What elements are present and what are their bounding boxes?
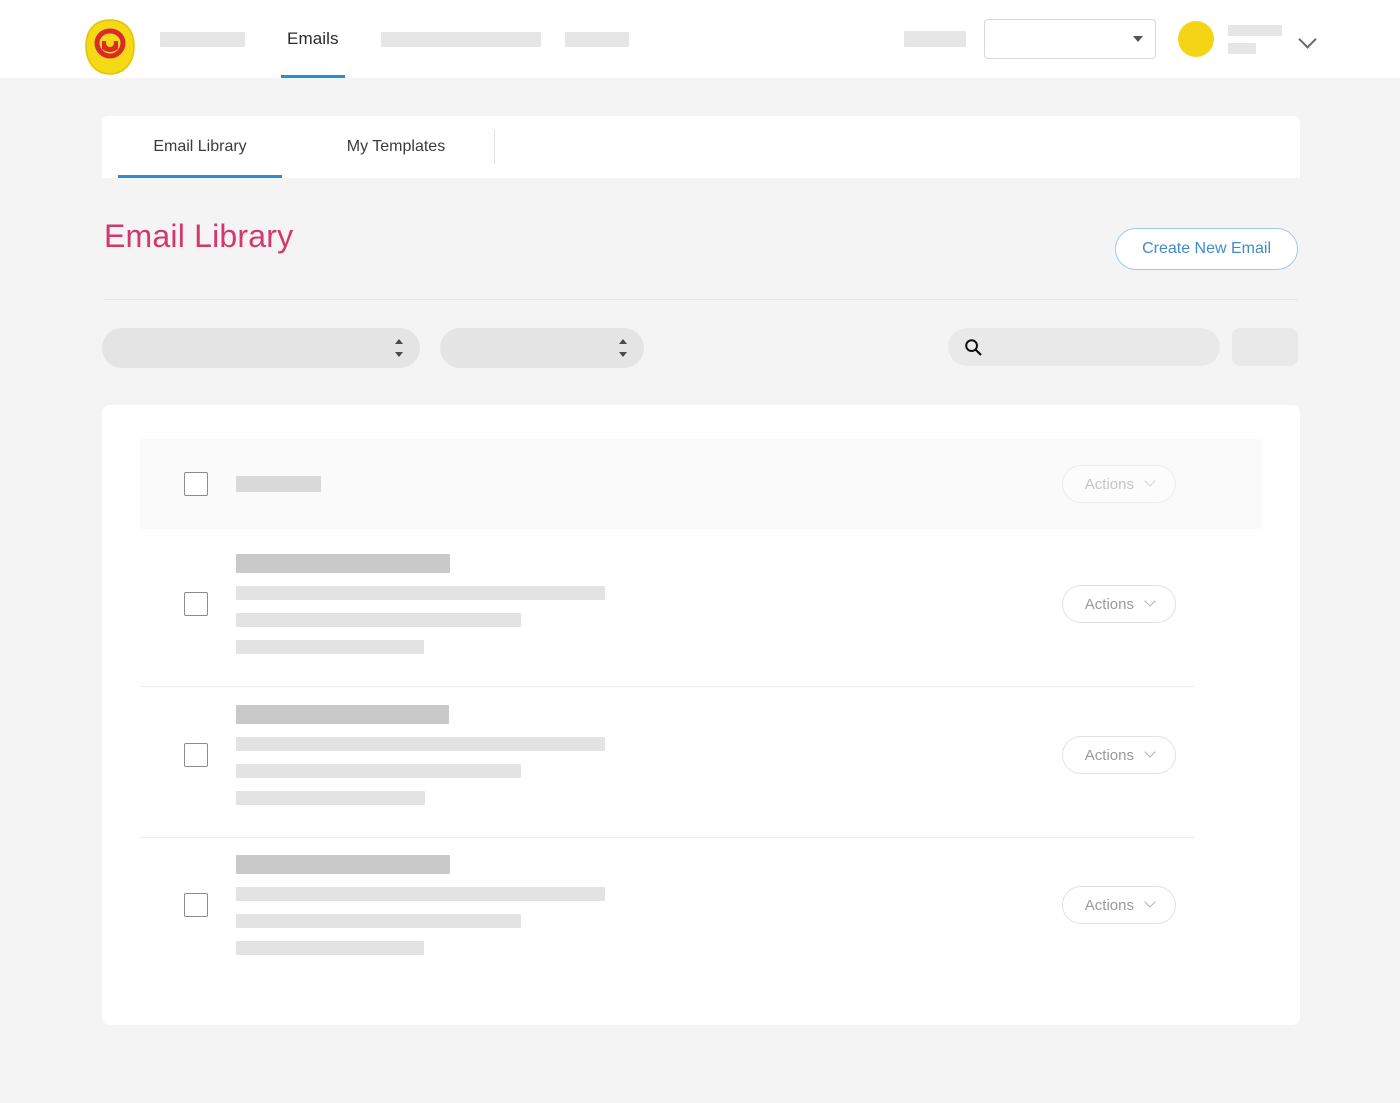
search-submit-button[interactable] <box>1232 328 1298 366</box>
row-line-placeholder <box>236 791 425 805</box>
row-actions-button[interactable]: Actions <box>1061 886 1176 924</box>
filter-select-1[interactable] <box>102 328 420 368</box>
filter-select-2[interactable] <box>440 328 644 368</box>
tab-bar: Email Library My Templates <box>102 116 1300 178</box>
row-line-placeholder <box>236 764 521 778</box>
tab-divider <box>494 130 495 164</box>
row-line-placeholder <box>236 613 521 627</box>
nav-item-emails-label: Emails <box>287 29 339 48</box>
row-line-placeholder <box>236 640 424 654</box>
row-checkbox[interactable] <box>184 743 208 767</box>
row-content-placeholder <box>236 554 605 654</box>
stepper-icon <box>618 339 628 357</box>
user-name-placeholder <box>1228 24 1282 36</box>
company-logo-icon <box>85 19 135 75</box>
row-actions-button[interactable]: Actions <box>1061 585 1176 623</box>
table-row[interactable]: Actions <box>140 680 1262 830</box>
user-role-placeholder <box>1228 42 1256 54</box>
create-new-email-button[interactable]: Create New Email <box>1115 228 1298 270</box>
header-context-select[interactable] <box>984 19 1156 59</box>
row-actions-label: Actions <box>1084 896 1134 914</box>
main-nav: Emails <box>160 0 629 78</box>
nav-item-placeholder-3[interactable] <box>564 31 629 47</box>
chevron-down-icon <box>1133 36 1143 42</box>
row-checkbox[interactable] <box>184 893 208 917</box>
tab-my-templates-label: My Templates <box>346 138 446 155</box>
row-line-placeholder <box>236 887 605 901</box>
header-label-placeholder <box>904 31 966 47</box>
user-menu-chevron-down-icon[interactable] <box>1300 31 1316 47</box>
bulk-actions-button[interactable]: Actions <box>1061 465 1176 503</box>
row-actions-label: Actions <box>1084 746 1134 764</box>
table-row[interactable]: Actions <box>140 830 1262 980</box>
row-title-placeholder <box>236 705 449 724</box>
page-body: Email Library My Templates Email Library… <box>0 78 1400 1103</box>
header-right-cluster <box>904 0 1316 78</box>
row-actions-label: Actions <box>1084 595 1134 613</box>
row-checkbox[interactable] <box>184 592 208 616</box>
row-line-placeholder <box>236 586 605 600</box>
row-content-placeholder <box>236 705 605 805</box>
tab-email-library-label: Email Library <box>153 138 247 155</box>
nav-item-placeholder-2[interactable] <box>380 31 541 47</box>
nav-item-emails[interactable]: Emails <box>281 0 345 78</box>
chevron-down-icon <box>1146 900 1157 911</box>
tab-my-templates[interactable]: My Templates <box>298 116 494 178</box>
chevron-down-icon <box>1146 750 1157 761</box>
user-info-placeholder <box>1228 24 1282 54</box>
row-line-placeholder <box>236 941 424 955</box>
row-line-placeholder <box>236 914 521 928</box>
filter-bar <box>102 328 1300 376</box>
avatar[interactable] <box>1178 21 1214 57</box>
list-header-row: Actions <box>140 439 1262 529</box>
bulk-actions-label: Actions <box>1084 475 1134 493</box>
top-header: Emails <box>0 0 1400 78</box>
row-title-placeholder <box>236 554 450 573</box>
nav-item-placeholder-1[interactable] <box>160 31 245 47</box>
email-list-card: Actions Actions Actions Actions <box>102 405 1300 1025</box>
stepper-icon <box>394 339 404 357</box>
row-line-placeholder <box>236 737 605 751</box>
table-row[interactable]: Actions <box>140 529 1262 679</box>
list-header-label-placeholder <box>236 476 321 492</box>
page-header: Email Library Create New Email <box>102 208 1300 300</box>
select-all-checkbox[interactable] <box>184 472 208 496</box>
page-title: Email Library <box>104 218 294 254</box>
tab-email-library[interactable]: Email Library <box>102 116 298 178</box>
chevron-down-icon <box>1146 479 1157 490</box>
row-content-placeholder <box>236 855 605 955</box>
search-input[interactable] <box>982 328 1220 366</box>
row-actions-button[interactable]: Actions <box>1061 736 1176 774</box>
row-title-placeholder <box>236 855 450 874</box>
header-divider <box>104 299 1298 300</box>
chevron-down-icon <box>1146 599 1157 610</box>
company-logo[interactable] <box>84 19 136 75</box>
search-icon <box>965 339 982 356</box>
search-box <box>948 328 1220 366</box>
